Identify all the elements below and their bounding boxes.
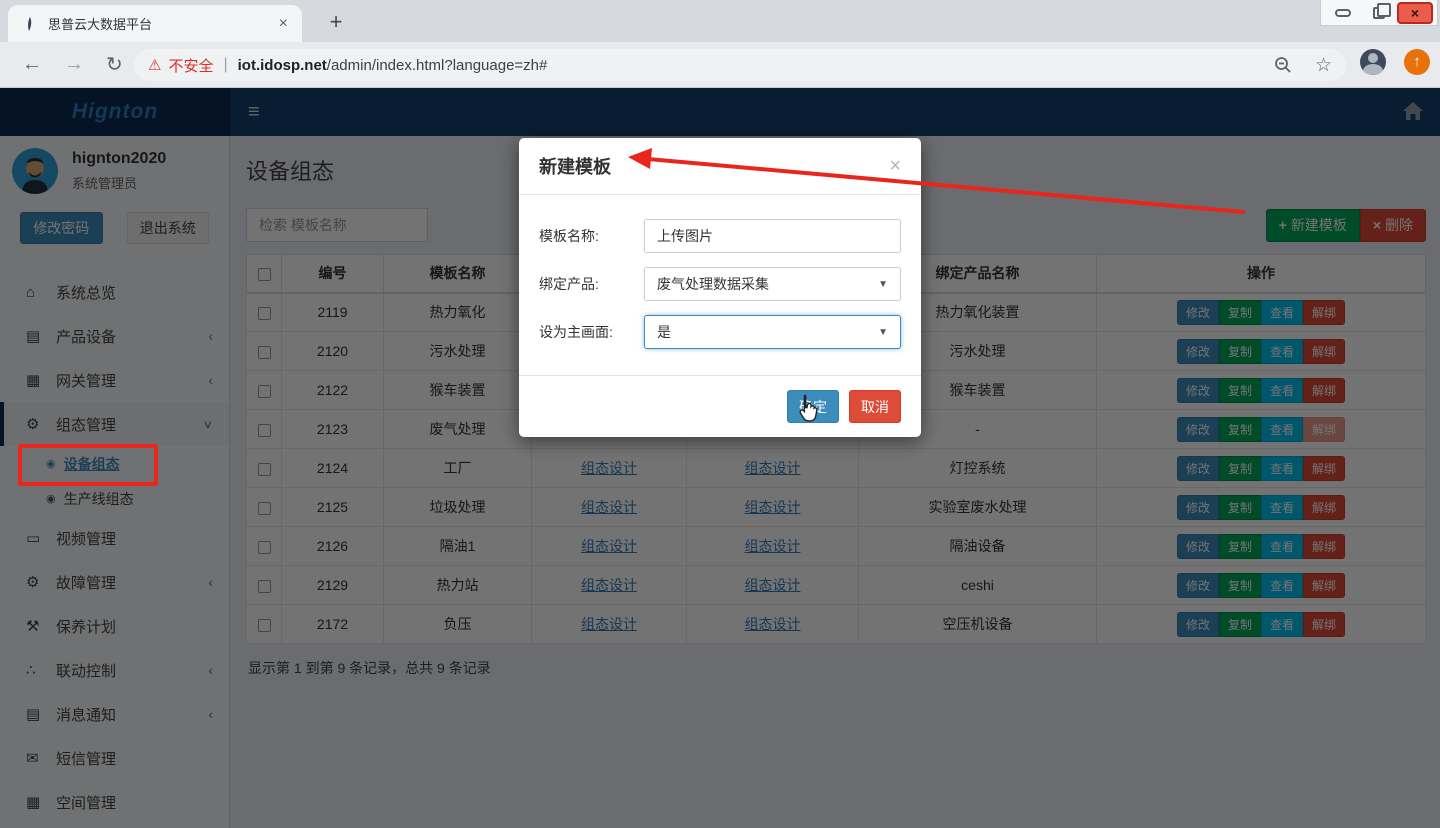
address-bar[interactable]: ⚠ 不安全 | iot.idosp.net /admin/index.html?… (134, 49, 1346, 81)
confirm-button[interactable]: 确定 (787, 390, 839, 423)
reload-button[interactable]: ↻ (106, 52, 123, 77)
favicon-icon (22, 16, 38, 32)
forward-button[interactable]: → (64, 53, 84, 76)
zoom-out-icon[interactable] (1273, 55, 1293, 75)
browser-chrome: 思普云大数据平台 × + × ← → ↻ ⚠ 不安全 | iot.idosp.n… (0, 0, 1440, 88)
new-tab-button[interactable]: + (322, 9, 350, 37)
close-window-button[interactable]: × (1397, 2, 1433, 24)
bookmark-star-icon[interactable]: ☆ (1315, 54, 1332, 77)
cancel-button[interactable]: 取消 (849, 390, 901, 423)
browser-profile-icon[interactable] (1360, 49, 1386, 75)
back-button[interactable]: ← (22, 53, 42, 76)
app-viewport: Hignton ≡ hignton2020 系统 (0, 88, 1440, 828)
close-tab-icon[interactable]: × (275, 16, 292, 32)
bind-product-label: 绑定产品: (539, 274, 644, 294)
tab-strip: 思普云大数据平台 × + × (0, 0, 1440, 42)
url-path: /admin/index.html?language=zh# (327, 57, 548, 74)
modal-title: 新建模板 (539, 153, 611, 179)
restore-button[interactable] (1361, 2, 1397, 24)
minimize-icon (1335, 9, 1351, 17)
minimize-button[interactable] (1325, 2, 1361, 24)
browser-update-icon[interactable]: ↑ (1404, 49, 1430, 75)
url-separator: | (223, 56, 227, 74)
window-controls: × (1320, 0, 1438, 26)
template-name-input[interactable] (644, 219, 901, 253)
main-screen-label: 设为主画面: (539, 322, 644, 342)
tab-title: 思普云大数据平台 (48, 14, 275, 33)
security-label: 不安全 (168, 55, 213, 76)
screen: 思普云大数据平台 × + × ← → ↻ ⚠ 不安全 | iot.idosp.n… (0, 0, 1440, 828)
new-template-modal: 新建模板 × 模板名称: 绑定产品: 废气处理数据采集 ▼ 设为主画面: (519, 138, 921, 437)
main-screen-select[interactable]: 是 ▼ (644, 315, 901, 349)
url-domain: iot.idosp.net (238, 57, 327, 74)
security-warning-icon: ⚠ (148, 56, 161, 74)
bind-product-select[interactable]: 废气处理数据采集 ▼ (644, 267, 901, 301)
template-name-label: 模板名称: (539, 226, 644, 246)
modal-close-icon[interactable]: × (889, 157, 901, 175)
browser-tab[interactable]: 思普云大数据平台 × (8, 5, 302, 42)
restore-icon (1373, 7, 1385, 19)
caret-down-icon: ▼ (878, 279, 888, 290)
caret-down-icon: ▼ (878, 327, 888, 338)
browser-toolbar: ← → ↻ ⚠ 不安全 | iot.idosp.net /admin/index… (0, 42, 1440, 88)
